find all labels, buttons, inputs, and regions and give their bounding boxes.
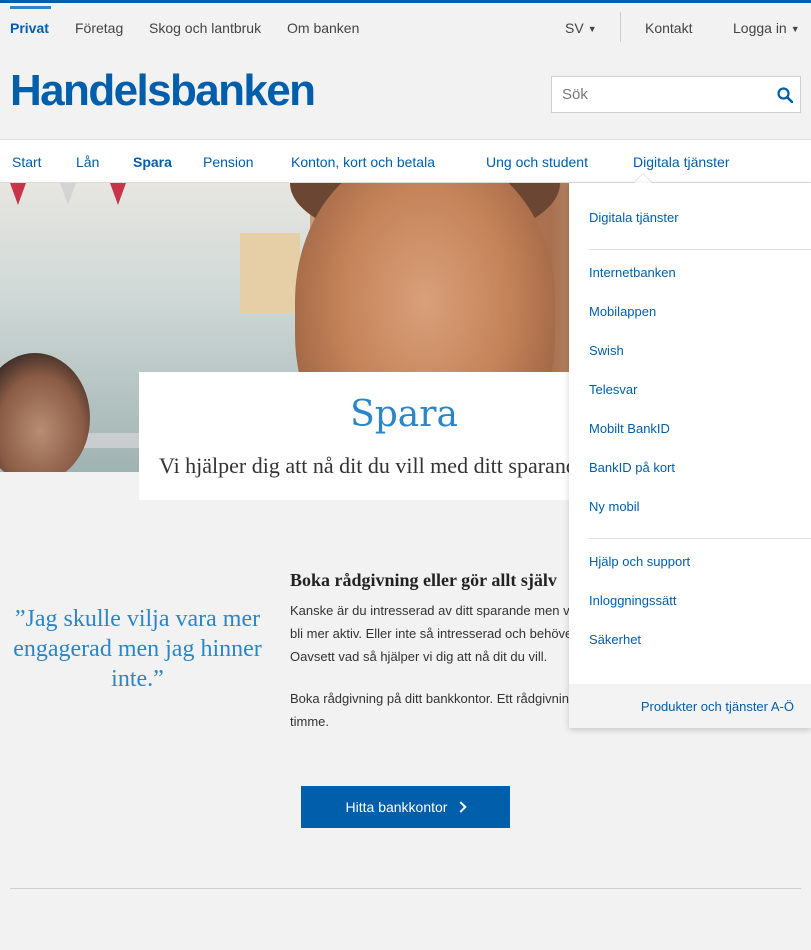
- search-box: [551, 76, 801, 113]
- digital-services-dropdown: Digitala tjänster Internetbanken Mobilap…: [569, 183, 811, 728]
- top-nav-divider: [620, 12, 621, 42]
- caret-down-icon: ▼: [587, 24, 597, 34]
- language-selector[interactable]: SV ▼: [565, 20, 597, 36]
- dropdown-item-swish[interactable]: Swish: [589, 343, 624, 358]
- top-nav-skog-och-lantbruk[interactable]: Skog och lantbruk: [149, 20, 261, 36]
- top-nav-foretag[interactable]: Företag: [75, 20, 123, 36]
- text-line: timme.: [290, 714, 329, 729]
- dropdown-divider: [589, 538, 811, 539]
- advice-paragraph: Kanske är du intresserad av ditt sparand…: [290, 599, 580, 668]
- language-label: SV: [565, 20, 584, 36]
- main-nav-lan[interactable]: Lån: [76, 154, 99, 170]
- find-branch-label: Hitta bankkontor: [345, 799, 448, 815]
- customer-quote: ”Jag skulle vilja vara mer engagerad men…: [13, 606, 262, 692]
- main-nav-pension[interactable]: Pension: [203, 154, 254, 170]
- dropdown-item-internetbanken[interactable]: Internetbanken: [589, 265, 676, 280]
- text-line: Oavsett vad så hjälper vi dig att nå dit…: [290, 649, 548, 664]
- caret-down-icon: ▼: [790, 24, 800, 34]
- dropdown-item-digitala-tjanster[interactable]: Digitala tjänster: [589, 210, 679, 225]
- main-nav: Start Lån Spara Pension Konton, kort och…: [0, 139, 811, 183]
- text-line: bli mer aktiv. Eller inte så intresserad…: [290, 626, 577, 641]
- handelsbanken-logo[interactable]: Handelsbanken: [10, 66, 316, 116]
- dropdown-item-bankid-pa-kort[interactable]: BankID på kort: [589, 460, 675, 475]
- bunting-flag: [10, 183, 26, 205]
- main-nav-konton[interactable]: Konton, kort och betala: [291, 154, 435, 170]
- booking-paragraph: Boka rådgivning på ditt bankkontor. Ett …: [290, 687, 580, 733]
- chevron-right-icon: [455, 801, 468, 813]
- search-input[interactable]: [552, 77, 767, 112]
- main-nav-spara[interactable]: Spara: [133, 154, 172, 170]
- top-nav-om-banken[interactable]: Om banken: [287, 20, 359, 36]
- dropdown-item-telesvar[interactable]: Telesvar: [589, 382, 637, 397]
- main-nav-digitala-tjanster[interactable]: Digitala tjänster: [633, 154, 730, 170]
- contact-link[interactable]: Kontakt: [645, 20, 692, 36]
- dropdown-divider: [589, 249, 811, 250]
- dropdown-footer: Produkter och tjänster A-Ö: [569, 684, 811, 728]
- main-nav-start[interactable]: Start: [12, 154, 42, 170]
- text-line: Boka rådgivning på ditt bankkontor. Ett …: [290, 691, 580, 706]
- search-icon[interactable]: [777, 87, 793, 103]
- products-a-o-link[interactable]: Produkter och tjänster A-Ö: [641, 699, 794, 714]
- bunting-flag: [60, 183, 76, 205]
- top-nav: Privat Företag Skog och lantbruk Om bank…: [0, 3, 811, 49]
- dropdown-item-mobilt-bankid[interactable]: Mobilt BankID: [589, 421, 670, 436]
- advice-heading: Boka rådgivning eller gör allt själv: [290, 570, 557, 590]
- dropdown-pointer: [634, 174, 652, 183]
- active-indicator: [10, 6, 51, 9]
- login-menu[interactable]: Logga in ▼: [733, 20, 800, 36]
- find-branch-button[interactable]: Hitta bankkontor: [301, 786, 510, 828]
- hero-card: Spara Vi hjälper dig att nå dit du vill …: [139, 372, 599, 500]
- hero-background-board: [240, 233, 300, 313]
- page-subtitle: Vi hjälper dig att nå dit du vill med di…: [159, 453, 587, 478]
- main-nav-ung-och-student[interactable]: Ung och student: [486, 154, 588, 170]
- top-nav-privat[interactable]: Privat: [10, 20, 49, 36]
- text-line: Kanske är du intresserad av ditt sparand…: [290, 603, 579, 618]
- dropdown-item-sakerhet[interactable]: Säkerhet: [589, 632, 641, 647]
- dropdown-item-mobilappen[interactable]: Mobilappen: [589, 304, 656, 319]
- advice-section: Boka rådgivning eller gör allt själv Kan…: [290, 568, 580, 733]
- dropdown-item-hjalp-och-support[interactable]: Hjälp och support: [589, 554, 690, 569]
- login-label: Logga in: [733, 20, 787, 36]
- dropdown-item-ny-mobil[interactable]: Ny mobil: [589, 499, 640, 514]
- dropdown-item-inloggningssatt[interactable]: Inloggningssätt: [589, 593, 676, 608]
- section-divider: [10, 888, 801, 889]
- bunting-flag: [110, 183, 126, 205]
